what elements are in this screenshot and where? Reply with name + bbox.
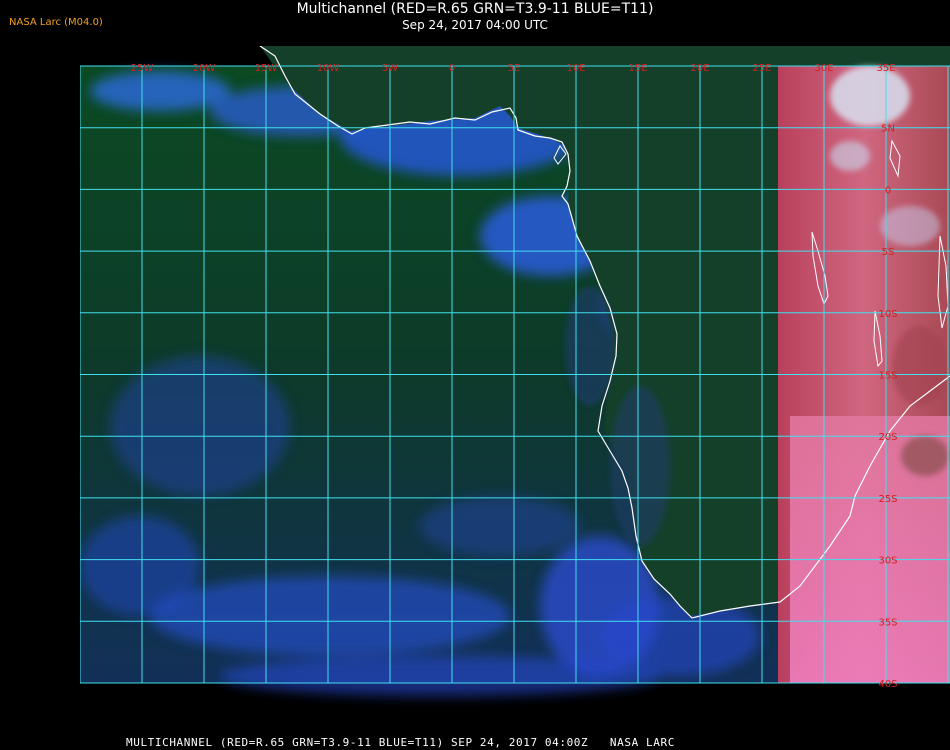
- longitude-label: 10E: [566, 63, 585, 74]
- latitude-label: 30S: [878, 556, 897, 567]
- longitude-label: 20W: [193, 63, 216, 74]
- longitude-label: 5W: [382, 63, 398, 74]
- longitude-label: 15E: [628, 63, 647, 74]
- latitude-label: 10S: [878, 309, 897, 320]
- latitude-label: 5N: [881, 124, 895, 135]
- latitude-label: 40S: [878, 679, 897, 690]
- longitude-label: 30E: [814, 63, 833, 74]
- longitude-label: 10W: [317, 63, 340, 74]
- latitude-label: 15S: [878, 371, 897, 382]
- latitude-label: 35S: [878, 617, 897, 628]
- satellite-image: 25W 20W 15W 10W 5W 0 5E 10E 15E 20E 25E 30E 35E 5N 0 5…: [79, 45, 950, 696]
- latitude-label: 5S: [882, 247, 895, 258]
- longitude-label: 0: [449, 63, 455, 74]
- longitude-label: 5E: [508, 63, 521, 74]
- footer-caption: MULTICHANNEL (RED=R.65 GRN=T3.9-11 BLUE=…: [126, 736, 675, 749]
- latitude-label: 25S: [878, 494, 897, 505]
- longitude-label: 35E: [876, 63, 895, 74]
- longitude-label: 15W: [255, 63, 278, 74]
- longitude-label: 25W: [131, 63, 154, 74]
- longitude-label: 25E: [752, 63, 771, 74]
- image-timestamp: Sep 24, 2017 04:00 UTC: [402, 18, 548, 32]
- latitude-label: 0: [885, 185, 891, 196]
- latitude-label: 20S: [878, 432, 897, 443]
- image-title: Multichannel (RED=R.65 GRN=T3.9-11 BLUE=…: [296, 1, 654, 17]
- satellite-map: 25W 20W 15W 10W 5W 0 5E 10E 15E 20E 25E 30E 35E 5N 0 5…: [79, 45, 950, 726]
- longitude-label: 20E: [690, 63, 709, 74]
